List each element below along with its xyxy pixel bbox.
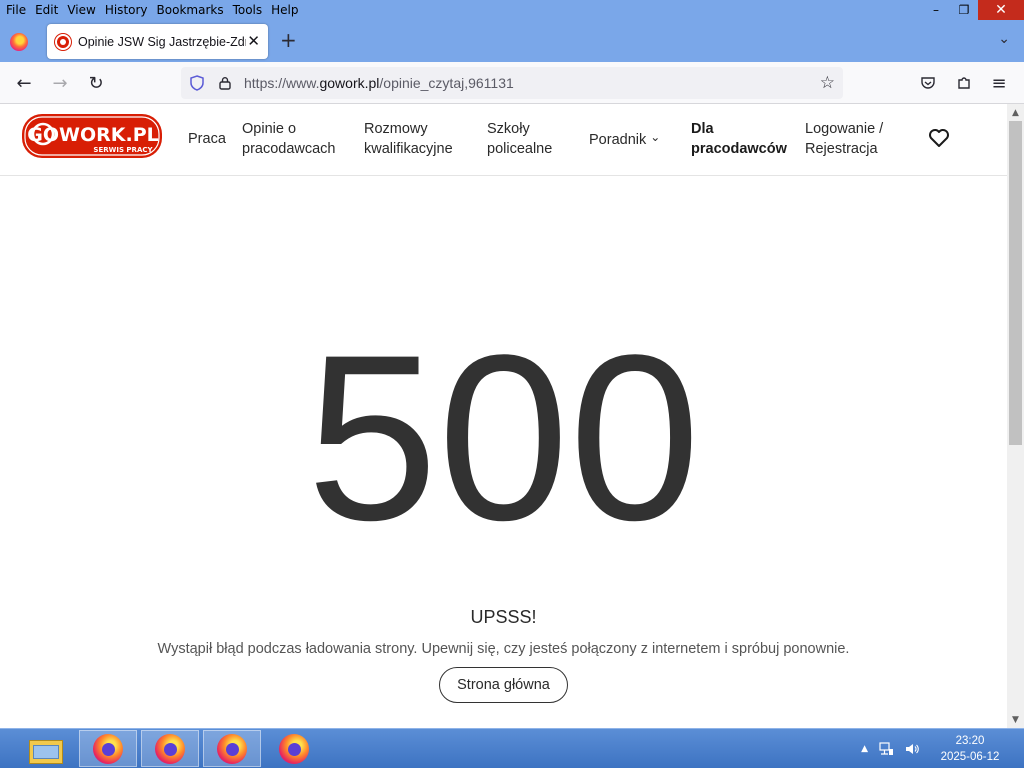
tray-overflow-arrow-icon[interactable]: ▲ bbox=[861, 744, 868, 754]
tab-title: Opinie JSW Sig Jastrzębie-Zdrój bbox=[78, 34, 246, 49]
heart-icon[interactable] bbox=[928, 128, 950, 148]
taskbar-firefox-1-icon[interactable] bbox=[79, 730, 137, 767]
scroll-down-arrow-icon[interactable]: ▼ bbox=[1007, 711, 1024, 728]
taskbar-firefox-4-icon[interactable] bbox=[265, 730, 323, 767]
clock-date: 2025-06-12 bbox=[940, 751, 1000, 763]
app-menu-icon[interactable]: ≡ bbox=[988, 72, 1010, 94]
reload-icon[interactable]: ↻ bbox=[84, 71, 108, 95]
back-arrow-icon[interactable]: ← bbox=[12, 71, 36, 95]
network-icon[interactable] bbox=[878, 741, 894, 757]
file-explorer-icon[interactable] bbox=[16, 730, 74, 767]
url-bar[interactable]: https://www.gowork.pl/opinie_czytaj,9611… bbox=[181, 67, 843, 99]
clock[interactable]: 23:20 2025-06-12 bbox=[930, 733, 1010, 765]
web-page: GOWORK.PL SERWIS PRACY Praca Opinie o pra… bbox=[0, 104, 1007, 728]
nav-opinie-o-pracodawcach[interactable]: Opinie o pracodawcach bbox=[242, 119, 336, 159]
nav-logowanie-rejestracja[interactable]: Logowanie / Rejestracja bbox=[805, 119, 883, 159]
menu-file[interactable]: File bbox=[6, 3, 26, 17]
clock-time: 23:20 bbox=[955, 735, 985, 747]
nav-praca[interactable]: Praca bbox=[188, 129, 226, 149]
close-window-button[interactable]: ✕ bbox=[978, 0, 1024, 20]
page-scrollbar[interactable]: ▲ ▼ bbox=[1007, 104, 1024, 728]
menu-help[interactable]: Help bbox=[271, 3, 298, 17]
error-message: Wystąpił błąd podczas ładowania strony. … bbox=[157, 641, 850, 657]
volume-icon[interactable] bbox=[904, 741, 920, 757]
forward-arrow-icon[interactable]: → bbox=[48, 71, 72, 95]
extensions-puzzle-icon[interactable] bbox=[953, 72, 975, 94]
nav-poradnik[interactable]: Poradnik ⌄ bbox=[589, 130, 660, 150]
restore-button[interactable]: ❐ bbox=[950, 0, 978, 20]
list-all-tabs-chevron-icon[interactable]: ⌄ bbox=[998, 31, 1010, 47]
taskbar-firefox-3-icon[interactable] bbox=[203, 730, 261, 767]
gowork-logo[interactable]: GOWORK.PL SERWIS PRACY bbox=[21, 112, 163, 160]
menubar: File Edit View History Bookmarks Tools H… bbox=[0, 0, 1024, 20]
tab-strip: Opinie JSW Sig Jastrzębie-Zdrój ✕ + ⌄ bbox=[0, 20, 1024, 62]
window-controls: – ❐ ✕ bbox=[922, 0, 1024, 20]
scroll-up-arrow-icon[interactable]: ▲ bbox=[1007, 104, 1024, 121]
new-tab-button[interactable]: + bbox=[280, 30, 297, 50]
system-tray: ▲ 23:20 2025-06-12 bbox=[861, 729, 1024, 768]
menu-history[interactable]: History bbox=[105, 3, 148, 17]
taskbar-firefox-2-icon[interactable] bbox=[141, 730, 199, 767]
chevron-down-icon: ⌄ bbox=[650, 130, 661, 144]
scroll-thumb[interactable] bbox=[1009, 121, 1022, 445]
nav-dla-pracodawcow[interactable]: Dla pracodawców bbox=[691, 119, 787, 159]
tab-close-icon[interactable]: ✕ bbox=[247, 33, 260, 49]
pocket-icon[interactable] bbox=[917, 72, 939, 94]
firefox-view-icon[interactable] bbox=[10, 33, 28, 51]
site-header: GOWORK.PL SERWIS PRACY Praca Opinie o pra… bbox=[0, 104, 1007, 176]
svg-text:SERWIS PRACY: SERWIS PRACY bbox=[93, 146, 153, 154]
error-code: 500 bbox=[306, 306, 701, 570]
taskbar: ▲ 23:20 2025-06-12 bbox=[0, 728, 1024, 768]
menu-bookmarks[interactable]: Bookmarks bbox=[157, 3, 224, 17]
menu-view[interactable]: View bbox=[67, 3, 95, 17]
nav-szkoly-policealne[interactable]: Szkoły policealne bbox=[487, 119, 552, 159]
minimize-button[interactable]: – bbox=[922, 0, 950, 20]
bookmark-star-icon[interactable]: ☆ bbox=[820, 73, 835, 93]
navigation-toolbar: ← → ↻ https://www.gowork.pl/opinie_czyta… bbox=[0, 62, 1024, 104]
tab-active[interactable]: Opinie JSW Sig Jastrzębie-Zdrój ✕ bbox=[47, 24, 268, 59]
tracking-shield-icon[interactable] bbox=[189, 75, 205, 91]
nav-rozmowy-kwalifikacyjne[interactable]: Rozmowy kwalifikacyjne bbox=[364, 119, 453, 159]
gowork-favicon-icon bbox=[55, 33, 71, 50]
svg-text:GOWORK.PL: GOWORK.PL bbox=[27, 124, 158, 146]
menu-tools[interactable]: Tools bbox=[233, 3, 263, 17]
error-title: UPSSS! bbox=[470, 607, 537, 627]
url-text: https://www.gowork.pl/opinie_czytaj,9611… bbox=[244, 75, 514, 91]
menu-edit[interactable]: Edit bbox=[35, 3, 58, 17]
home-page-button[interactable]: Strona główna bbox=[439, 667, 568, 703]
lock-icon[interactable] bbox=[218, 76, 232, 90]
browser-chrome: File Edit View History Bookmarks Tools H… bbox=[0, 0, 1024, 104]
